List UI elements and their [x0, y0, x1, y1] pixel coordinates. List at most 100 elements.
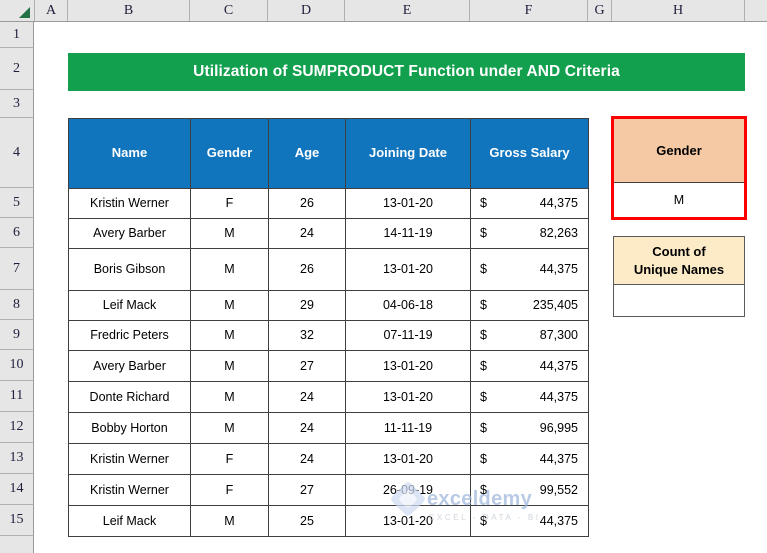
- column-header-a[interactable]: A: [35, 0, 68, 21]
- column-header-age[interactable]: Age: [268, 118, 346, 189]
- cell-age[interactable]: 27: [268, 350, 346, 382]
- cell-joining-date[interactable]: 04-06-18: [345, 290, 471, 321]
- column-header-d[interactable]: D: [268, 0, 345, 21]
- cell-name[interactable]: Bobby Horton: [68, 412, 191, 444]
- table-row[interactable]: Kristin Werner F 26 13-01-20 $ 44,375: [68, 188, 589, 219]
- column-header-h[interactable]: H: [612, 0, 745, 21]
- cell-gross-salary[interactable]: $ 44,375: [470, 443, 589, 475]
- cell-joining-date[interactable]: 13-01-20: [345, 443, 471, 475]
- cell-age[interactable]: 24: [268, 412, 346, 444]
- column-header-c[interactable]: C: [190, 0, 268, 21]
- cell-gross-salary[interactable]: $ 44,375: [470, 381, 589, 413]
- cell-gross-salary[interactable]: $ 44,375: [470, 505, 589, 537]
- cell-gender[interactable]: F: [190, 474, 269, 506]
- cell-joining-date[interactable]: 26-09-19: [345, 474, 471, 506]
- column-header-gender[interactable]: Gender: [190, 118, 269, 189]
- cell-name[interactable]: Kristin Werner: [68, 474, 191, 506]
- row-header-13[interactable]: 13: [0, 443, 34, 474]
- cell-gender[interactable]: M: [190, 381, 269, 413]
- table-row[interactable]: Bobby Horton M 24 11-11-19 $ 96,995: [68, 412, 589, 444]
- cell-joining-date[interactable]: 13-01-20: [345, 505, 471, 537]
- row-header-4[interactable]: 4: [0, 118, 34, 188]
- table-row[interactable]: Donte Richard M 24 13-01-20 $ 44,375: [68, 381, 589, 413]
- cell-joining-date[interactable]: 14-11-19: [345, 218, 471, 249]
- column-header-joining-date[interactable]: Joining Date: [345, 118, 471, 189]
- cell-name[interactable]: Avery Barber: [68, 350, 191, 382]
- select-all-button[interactable]: [0, 0, 35, 21]
- row-header-7[interactable]: 7: [0, 248, 34, 290]
- cell-gender[interactable]: M: [190, 350, 269, 382]
- cell-joining-date[interactable]: 13-01-20: [345, 381, 471, 413]
- cell-gross-salary[interactable]: $ 44,375: [470, 248, 589, 291]
- column-header-g[interactable]: G: [588, 0, 612, 21]
- cell-name[interactable]: Fredric Peters: [68, 320, 191, 351]
- cell-age[interactable]: 26: [268, 248, 346, 291]
- cell-age[interactable]: 24: [268, 443, 346, 475]
- row-header-12[interactable]: 12: [0, 412, 34, 443]
- gender-criteria-panel[interactable]: Gender M: [611, 116, 747, 220]
- cell-gross-salary[interactable]: $ 44,375: [470, 188, 589, 219]
- row-header-15[interactable]: 15: [0, 505, 34, 536]
- row-header-9[interactable]: 9: [0, 320, 34, 350]
- row-header-3[interactable]: 3: [0, 90, 34, 118]
- cell-gross-salary[interactable]: $ 82,263: [470, 218, 589, 249]
- table-row[interactable]: Kristin Werner F 24 13-01-20 $ 44,375: [68, 443, 589, 475]
- row-header-1[interactable]: 1: [0, 22, 34, 48]
- cell-gender[interactable]: F: [190, 188, 269, 219]
- cell-gender[interactable]: M: [190, 320, 269, 351]
- cell-age[interactable]: 24: [268, 381, 346, 413]
- row-header-8[interactable]: 8: [0, 290, 34, 320]
- table-row[interactable]: Avery Barber M 24 14-11-19 $ 82,263: [68, 218, 589, 249]
- table-row[interactable]: Avery Barber M 27 13-01-20 $ 44,375: [68, 350, 589, 382]
- table-row[interactable]: Kristin Werner F 27 26-09-19 $ 99,552: [68, 474, 589, 506]
- cell-joining-date[interactable]: 07-11-19: [345, 320, 471, 351]
- cell-gross-salary[interactable]: $ 87,300: [470, 320, 589, 351]
- cell-name[interactable]: Leif Mack: [68, 505, 191, 537]
- cell-name[interactable]: Kristin Werner: [68, 188, 191, 219]
- currency-symbol: $: [480, 226, 487, 241]
- cell-gross-salary[interactable]: $ 99,552: [470, 474, 589, 506]
- table-row[interactable]: Leif Mack M 29 04-06-18 $ 235,405: [68, 290, 589, 321]
- row-header-5[interactable]: 5: [0, 188, 34, 218]
- row-header-14[interactable]: 14: [0, 474, 34, 505]
- cell-age[interactable]: 26: [268, 188, 346, 219]
- column-header-name[interactable]: Name: [68, 118, 191, 189]
- gender-panel-value-cell[interactable]: M: [614, 183, 744, 217]
- cell-gender[interactable]: M: [190, 218, 269, 249]
- cell-age[interactable]: 24: [268, 218, 346, 249]
- table-row[interactable]: Boris Gibson M 26 13-01-20 $ 44,375: [68, 248, 589, 291]
- cell-gender[interactable]: M: [190, 248, 269, 291]
- count-unique-names-panel[interactable]: Count of Unique Names: [613, 236, 745, 317]
- cell-name[interactable]: Kristin Werner: [68, 443, 191, 475]
- cell-age[interactable]: 32: [268, 320, 346, 351]
- cell-joining-date[interactable]: 13-01-20: [345, 248, 471, 291]
- cell-age[interactable]: 27: [268, 474, 346, 506]
- cell-age[interactable]: 25: [268, 505, 346, 537]
- column-header-e[interactable]: E: [345, 0, 470, 21]
- cell-gross-salary[interactable]: $ 44,375: [470, 350, 589, 382]
- row-header-11[interactable]: 11: [0, 381, 34, 412]
- cell-joining-date[interactable]: 13-01-20: [345, 188, 471, 219]
- cell-gross-salary[interactable]: $ 235,405: [470, 290, 589, 321]
- row-header-2[interactable]: 2: [0, 48, 34, 90]
- cell-gender[interactable]: M: [190, 505, 269, 537]
- cell-joining-date[interactable]: 13-01-20: [345, 350, 471, 382]
- cell-gender[interactable]: M: [190, 412, 269, 444]
- table-row[interactable]: Leif Mack M 25 13-01-20 $ 44,375: [68, 505, 589, 537]
- row-header-10[interactable]: 10: [0, 350, 34, 381]
- cell-age[interactable]: 29: [268, 290, 346, 321]
- count-panel-value-cell[interactable]: [614, 285, 744, 315]
- cell-name[interactable]: Avery Barber: [68, 218, 191, 249]
- column-header-b[interactable]: B: [68, 0, 190, 21]
- cell-joining-date[interactable]: 11-11-19: [345, 412, 471, 444]
- cell-gender[interactable]: F: [190, 443, 269, 475]
- cell-gender[interactable]: M: [190, 290, 269, 321]
- column-header-f[interactable]: F: [470, 0, 588, 21]
- row-header-6[interactable]: 6: [0, 218, 34, 248]
- cell-name[interactable]: Donte Richard: [68, 381, 191, 413]
- table-row[interactable]: Fredric Peters M 32 07-11-19 $ 87,300: [68, 320, 589, 351]
- column-header-gross-salary[interactable]: Gross Salary: [470, 118, 589, 189]
- cell-name[interactable]: Leif Mack: [68, 290, 191, 321]
- cell-name[interactable]: Boris Gibson: [68, 248, 191, 291]
- cell-gross-salary[interactable]: $ 96,995: [470, 412, 589, 444]
